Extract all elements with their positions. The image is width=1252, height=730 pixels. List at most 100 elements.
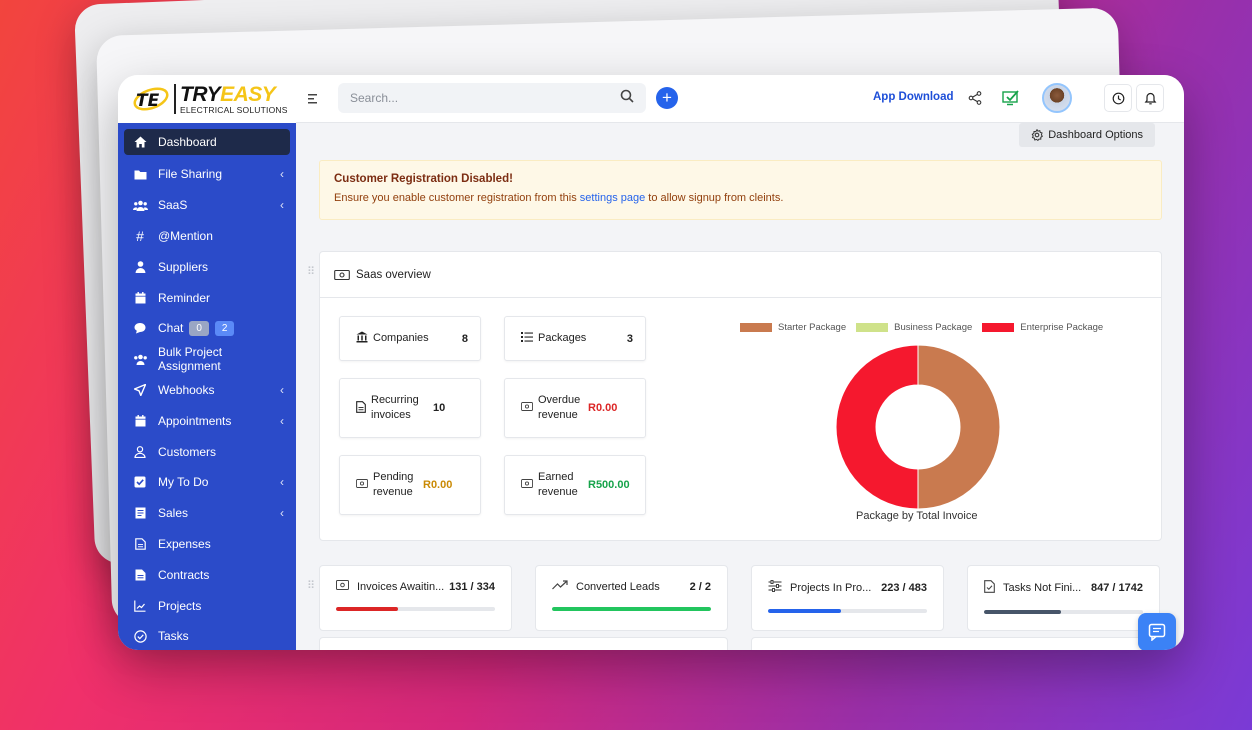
stat-companies[interactable]: Companies 8: [339, 316, 481, 361]
clock-icon[interactable]: [1104, 84, 1132, 112]
card-invoices-awaiting[interactable]: Invoices Awaitin... 131 / 334: [319, 565, 512, 631]
sidebar-item-dashboard[interactable]: Dashboard: [124, 129, 290, 155]
file-icon: [132, 538, 148, 550]
home-icon: [132, 136, 148, 148]
progress-fill: [984, 610, 1062, 614]
search-icon[interactable]: [620, 89, 634, 108]
dashboard-options-button[interactable]: Dashboard Options: [1019, 123, 1155, 147]
message-icon: [1148, 623, 1166, 641]
sidebar-item-my-to-do[interactable]: My To Do ‹: [118, 467, 296, 498]
donut-slice-starter-package[interactable]: [917, 344, 1001, 510]
folder-icon: [132, 169, 148, 180]
chevron-left-icon: ‹: [280, 198, 284, 213]
brand-logo[interactable]: TE TRYEASY ELECTRICAL SOLUTIONS: [118, 75, 296, 123]
user-icon: [132, 260, 148, 273]
drag-handle-icon[interactable]: ⠿: [307, 579, 315, 592]
checkbox-icon: [132, 476, 148, 488]
chart-title: Package by Total Invoice: [856, 510, 978, 522]
sidebar-item-chat[interactable]: Chat 0 2: [118, 313, 296, 344]
user-outline-icon: [132, 445, 148, 458]
sidebar-item-expenses[interactable]: Expenses: [118, 529, 296, 560]
sidebar: Dashboard File Sharing ‹ SaaS ‹ # @Menti…: [118, 123, 296, 650]
chat-icon: [132, 322, 148, 334]
receipt-icon: [132, 507, 148, 519]
sidebar-item-contracts[interactable]: Contracts: [118, 559, 296, 590]
svg-text:TE: TE: [136, 91, 160, 111]
money-icon: [334, 269, 350, 280]
legend-swatch-business[interactable]: [856, 323, 889, 332]
bell-icon[interactable]: [1136, 84, 1164, 112]
package-donut-chart: [835, 344, 1001, 510]
progress-bar: [768, 609, 927, 613]
user-avatar[interactable]: [1042, 83, 1072, 113]
search-bar: [338, 83, 646, 113]
card-projects-in-progress[interactable]: Projects In Pro... 223 / 483: [751, 565, 944, 631]
saas-overview-panel: Saas overview Companies 8 Packages 3 Rec…: [319, 251, 1162, 541]
legend-swatch-enterprise[interactable]: [982, 323, 1015, 332]
sidebar-item-sales[interactable]: Sales ‹: [118, 498, 296, 529]
chevron-left-icon: ‹: [280, 475, 284, 490]
chevron-left-icon: ‹: [280, 382, 284, 397]
sidebar-item-projects[interactable]: Projects: [118, 590, 296, 621]
progress-bar: [552, 607, 711, 611]
users-icon: [132, 354, 148, 365]
chart-legend: Starter Package Business Package Enterpr…: [740, 322, 1103, 333]
logo-wordmark: TRYEASY ELECTRICAL SOLUTIONS: [174, 83, 288, 115]
calendar-icon: [132, 291, 148, 304]
sidebar-item-tasks[interactable]: Tasks: [118, 621, 296, 650]
quick-add-button[interactable]: +: [656, 87, 678, 109]
chevron-left-icon: ‹: [280, 506, 284, 521]
sidebar-item-file-sharing[interactable]: File Sharing ‹: [118, 159, 296, 190]
check-circle-icon: [132, 630, 148, 643]
stat-pending-revenue[interactable]: Pending revenue R0.00: [339, 455, 481, 515]
drag-handle-icon[interactable]: ⠿: [307, 265, 315, 278]
donut-slice-enterprise-package[interactable]: [835, 344, 919, 510]
contract-icon: [132, 569, 148, 581]
progress-fill: [336, 607, 399, 611]
top-bar: TE TRYEASY ELECTRICAL SOLUTIONS + App Do…: [118, 75, 1184, 123]
money-icon: [356, 479, 368, 491]
sidebar-item-mention[interactable]: # @Mention: [118, 221, 296, 252]
progress-bar: [984, 610, 1143, 614]
activity-widget: [751, 637, 1160, 650]
progress-bar: [336, 607, 495, 611]
send-icon: [132, 383, 148, 396]
legend-label-starter: Starter Package: [778, 322, 847, 333]
settings-page-link[interactable]: settings page: [580, 192, 645, 204]
stat-overdue-revenue[interactable]: Overdue revenue R0.00: [504, 378, 646, 438]
check-screen-icon[interactable]: [1000, 87, 1022, 109]
registration-alert: Customer Registration Disabled! Ensure y…: [319, 160, 1162, 220]
money-icon: [521, 402, 533, 414]
main-content: Dashboard Options Customer Registration …: [296, 123, 1184, 650]
card-converted-leads[interactable]: Converted Leads 2 / 2: [535, 565, 728, 631]
card-tasks-not-finished[interactable]: Tasks Not Fini... 847 / 1742: [967, 565, 1160, 631]
calendar-icon: [132, 414, 148, 427]
alert-message: Ensure you enable customer registration …: [334, 192, 784, 204]
legend-swatch-starter[interactable]: [740, 323, 772, 332]
chevron-left-icon: ‹: [280, 167, 284, 182]
legend-label-business: Business Package: [894, 322, 973, 333]
stat-earned-revenue[interactable]: Earned revenue R500.00: [504, 455, 646, 515]
sidebar-item-webhooks[interactable]: Webhooks ‹: [118, 375, 296, 406]
sidebar-item-customers[interactable]: Customers: [118, 436, 296, 467]
app-download-link[interactable]: App Download: [873, 91, 954, 103]
sidebar-item-saas[interactable]: SaaS ‹: [118, 190, 296, 221]
chat-count-badge: 2: [214, 320, 235, 336]
support-chat-button[interactable]: [1138, 613, 1176, 650]
share-icon[interactable]: [964, 87, 986, 109]
sidebar-item-appointments[interactable]: Appointments ‹: [118, 405, 296, 436]
hash-icon: #: [136, 227, 144, 244]
search-input[interactable]: [350, 91, 620, 105]
stat-packages[interactable]: Packages 3: [504, 316, 646, 361]
alert-title: Customer Registration Disabled!: [334, 173, 513, 185]
saas-overview-header: Saas overview: [320, 252, 1161, 298]
sidebar-item-suppliers[interactable]: Suppliers: [118, 251, 296, 282]
chat-unread-badge: 0: [189, 320, 209, 336]
menu-toggle-icon[interactable]: [308, 92, 320, 107]
list-icon: [521, 332, 533, 345]
sidebar-item-bulk-project-assignment[interactable]: Bulk Project Assignment: [118, 344, 296, 375]
chart-icon: [132, 600, 148, 612]
sidebar-item-reminder[interactable]: Reminder: [118, 282, 296, 313]
stat-recurring-invoices[interactable]: Recurring invoices 10: [339, 378, 481, 438]
sliders-icon: [768, 580, 782, 595]
